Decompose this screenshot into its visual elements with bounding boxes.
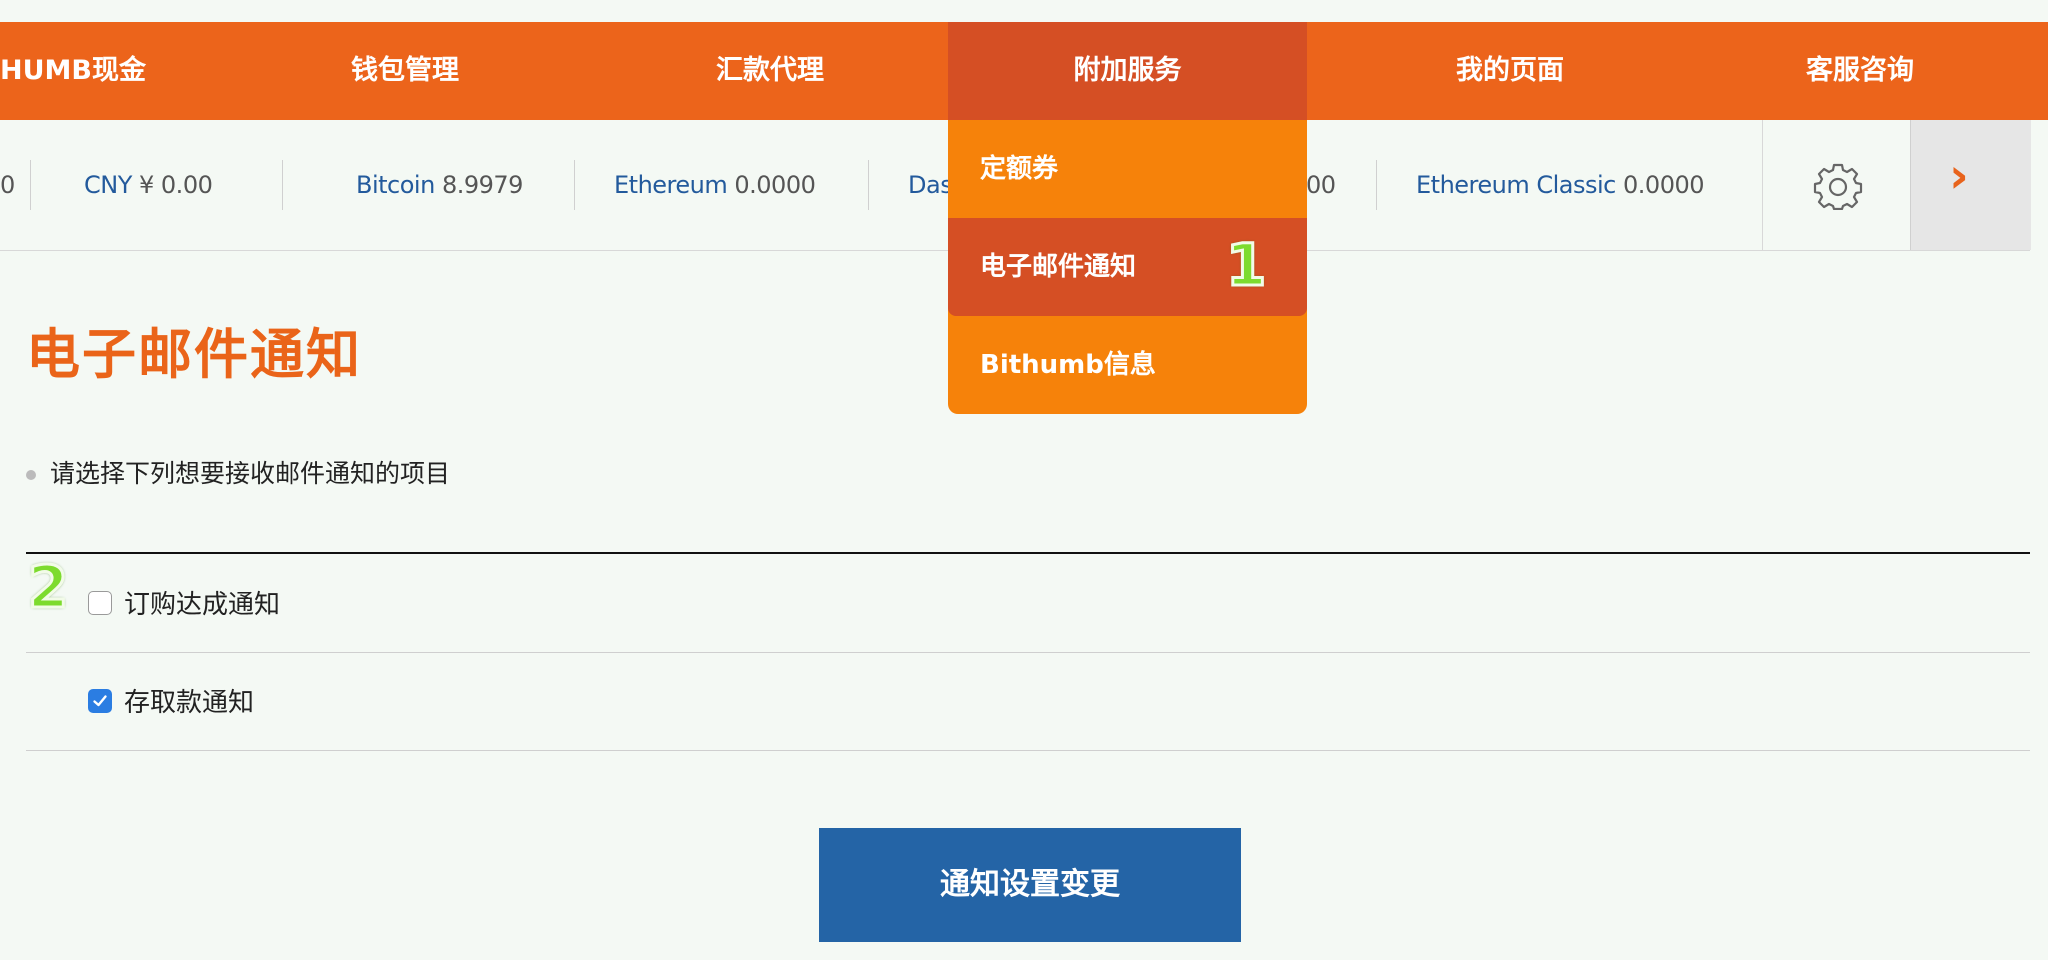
- change-notification-settings-button[interactable]: 通知设置变更: [819, 828, 1241, 942]
- check-icon: [93, 695, 107, 707]
- option-row-deposit: 存取款通知: [26, 652, 2030, 751]
- ticker-ethereum[interactable]: Ethereum 0.0000: [614, 120, 816, 250]
- nav-item-my-page[interactable]: 我的页面: [1360, 22, 1660, 120]
- order-notification-checkbox[interactable]: [88, 591, 112, 615]
- ticker-partial: 0: [0, 171, 15, 199]
- step-badge-2: 2: [26, 553, 69, 621]
- ticker-dash-value: 00: [1306, 171, 1336, 199]
- chevron-right-icon: ›: [1949, 148, 1969, 204]
- divider: [868, 160, 869, 210]
- nav-item-bithumb-cash[interactable]: HUMB现金: [0, 22, 200, 120]
- settings-button[interactable]: [1762, 120, 1911, 250]
- divider: [574, 160, 575, 210]
- ticker-cny[interactable]: CNY ¥ 0.00: [84, 120, 213, 250]
- nav-item-additional-services[interactable]: 附加服务: [948, 22, 1307, 120]
- nav-item-remittance[interactable]: 汇款代理: [620, 22, 920, 120]
- divider: [282, 160, 283, 210]
- instruction-text: 请选择下列想要接收邮件通知的项目: [26, 454, 450, 490]
- step-badge-1: 1: [1224, 231, 1267, 299]
- ticker-dash[interactable]: Das: [908, 120, 953, 250]
- top-nav: HUMB现金 钱包管理 汇款代理 附加服务 我的页面 客服咨询: [0, 22, 2048, 120]
- dropdown-item-bithumb-info[interactable]: Bithumb信息: [948, 316, 1307, 414]
- nav-item-customer-service[interactable]: 客服咨询: [1730, 22, 1990, 120]
- gear-icon: [1813, 163, 1863, 210]
- nav-item-wallet[interactable]: 钱包管理: [255, 22, 555, 120]
- ticker-ethereum-classic[interactable]: Ethereum Classic 0.0000: [1416, 120, 1705, 250]
- ticker-next-button[interactable]: ›: [1910, 120, 2031, 250]
- dropdown-item-voucher[interactable]: 定额券: [948, 120, 1307, 218]
- option-label: 存取款通知: [124, 688, 255, 718]
- bullet-icon: [26, 470, 36, 480]
- page-title: 电子邮件通知: [26, 323, 362, 386]
- divider: [1376, 160, 1377, 210]
- option-row-order: 订购达成通知: [26, 554, 2030, 653]
- divider: [30, 160, 31, 210]
- dropdown-item-label: 电子邮件通知: [980, 252, 1137, 282]
- deposit-withdraw-notification-checkbox[interactable]: [88, 689, 112, 713]
- option-label: 订购达成通知: [124, 590, 281, 620]
- ticker-bitcoin[interactable]: Bitcoin 8.9979: [356, 120, 523, 250]
